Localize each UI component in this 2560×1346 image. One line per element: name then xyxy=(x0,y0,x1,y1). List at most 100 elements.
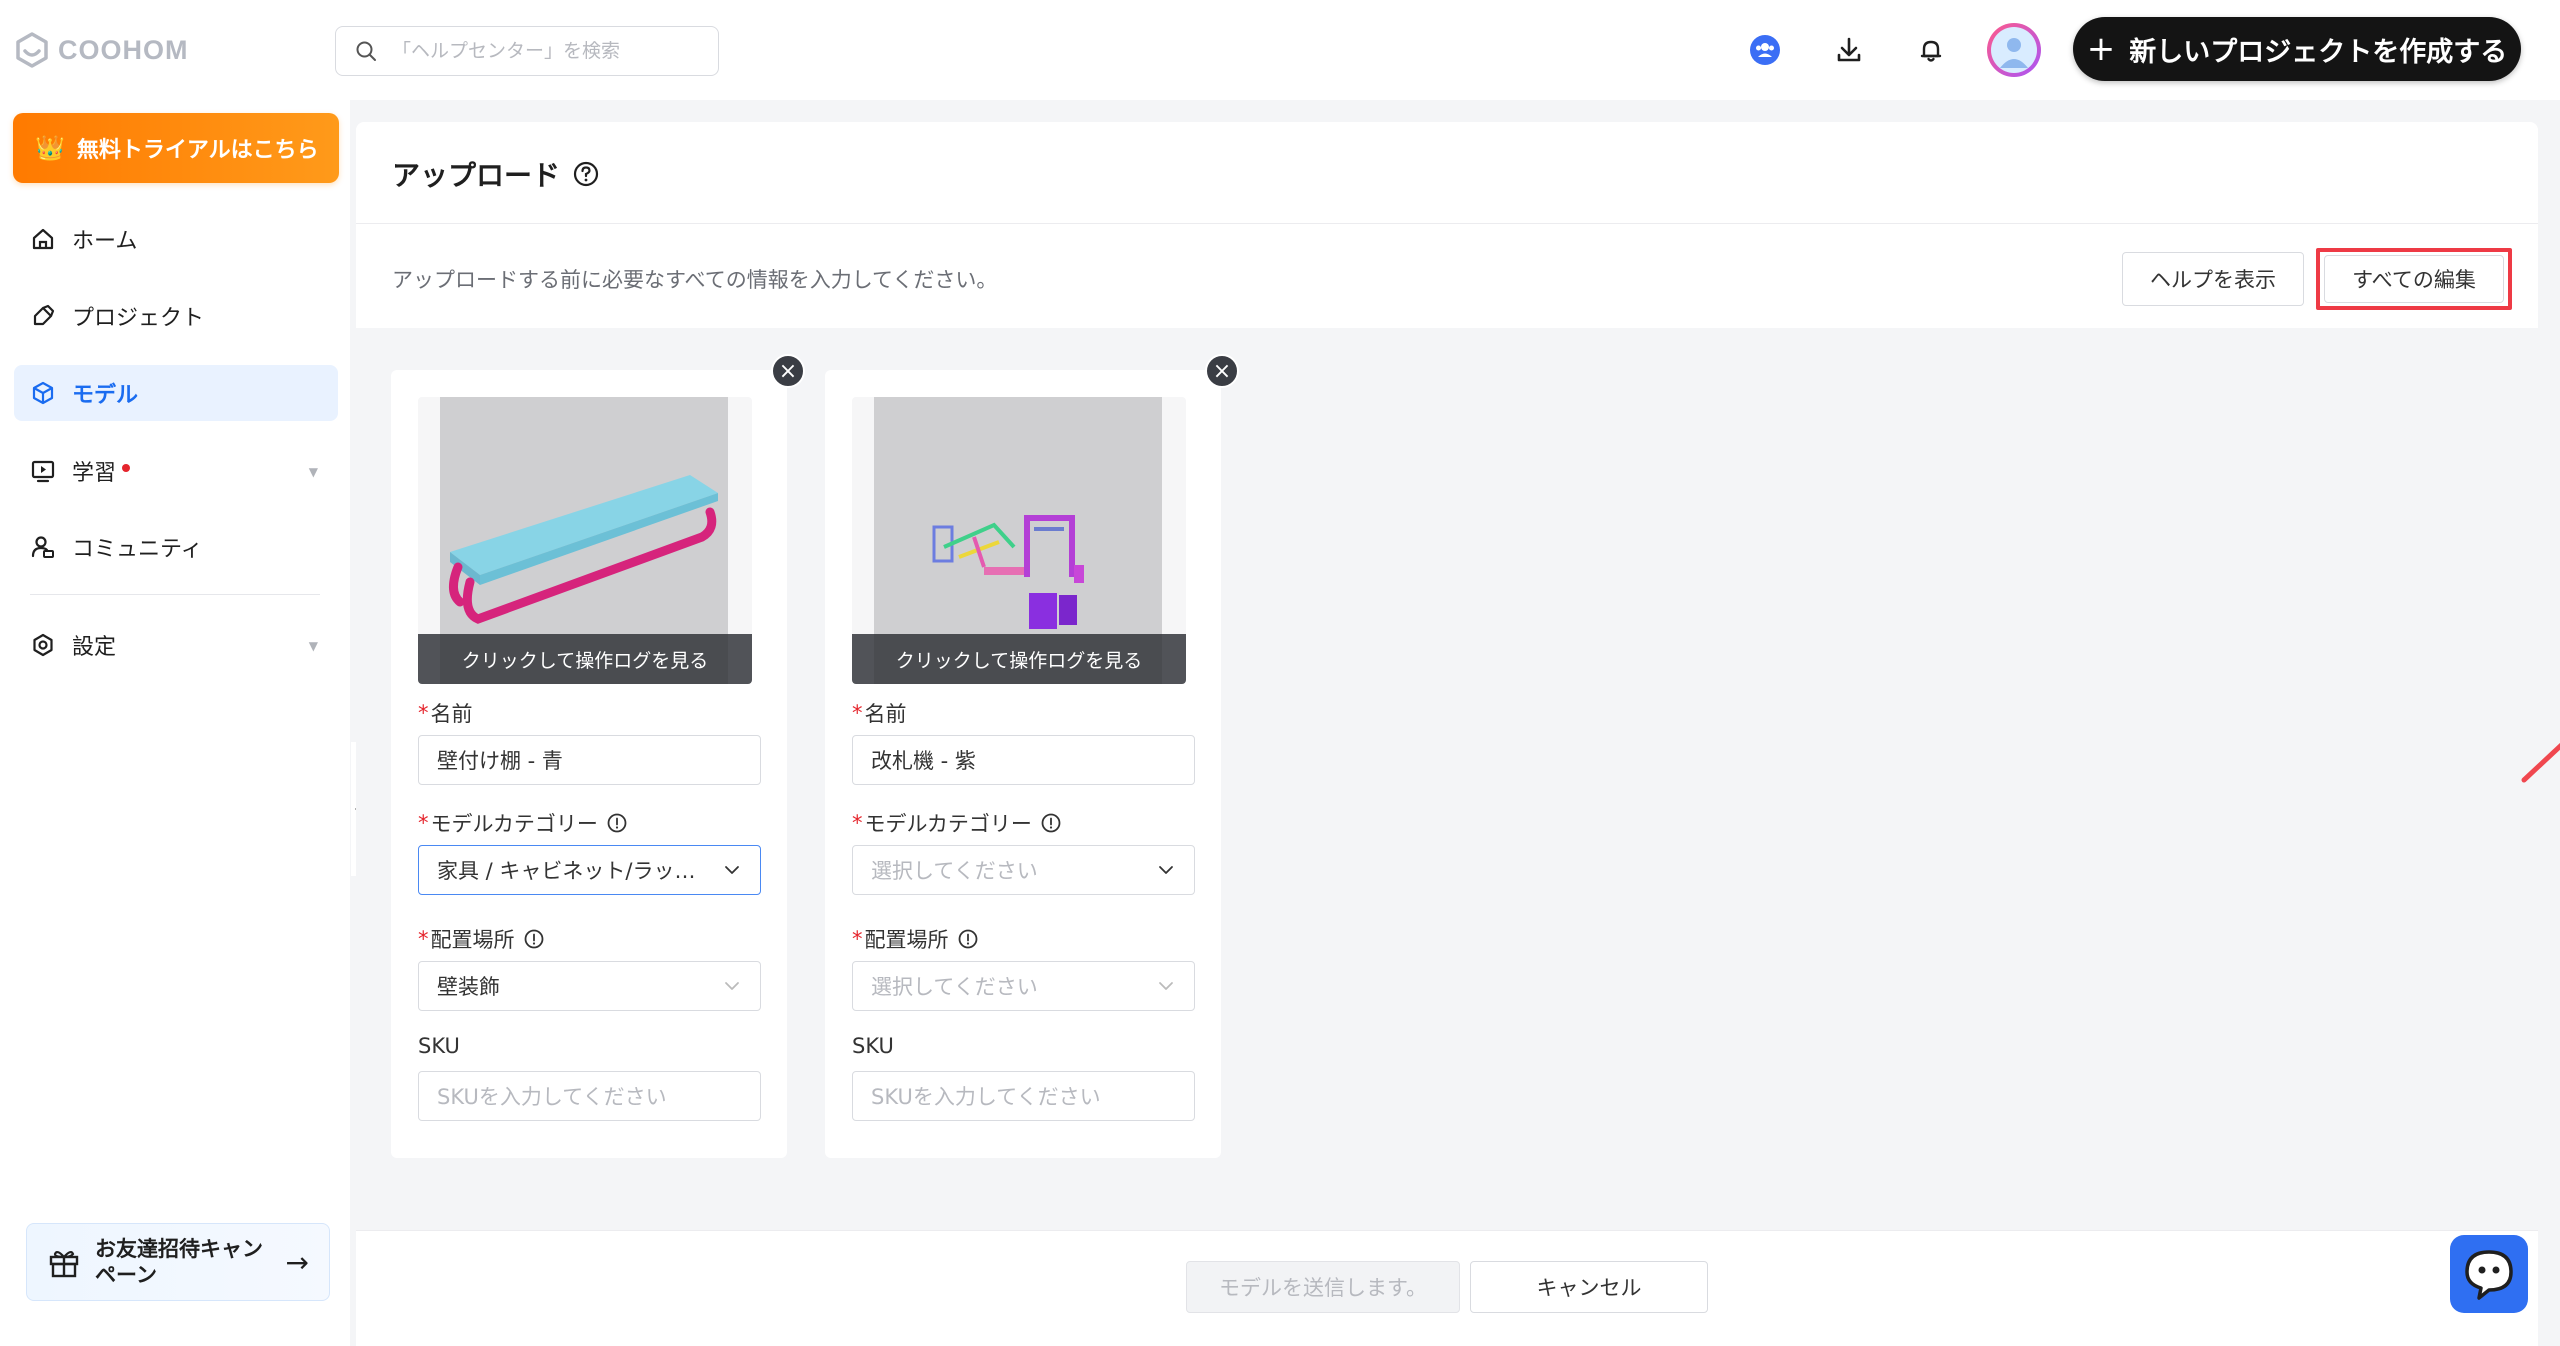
category-select[interactable]: 家具 / キャビネット/ラック/棚 xyxy=(418,845,761,895)
main-panel: アップロード アップロードする前に必要なすべての情報を入力してください。 ヘルプ… xyxy=(356,122,2560,1346)
sidebar-item-learning[interactable]: 学習 ▼ xyxy=(14,443,338,499)
info-icon[interactable] xyxy=(523,928,545,950)
sidebar-item-home[interactable]: ホーム xyxy=(14,211,338,267)
sku-label: SKU xyxy=(418,1034,460,1058)
close-icon: × xyxy=(778,358,798,384)
info-icon[interactable] xyxy=(957,928,979,950)
home-icon xyxy=(32,228,54,250)
chevron-down-icon xyxy=(725,866,739,874)
notification-dot xyxy=(122,464,131,472)
team-icon xyxy=(1750,35,1780,65)
cube-icon xyxy=(32,381,54,405)
name-value: 改札機 - 紫 xyxy=(871,749,976,773)
required-mark: * xyxy=(418,811,429,835)
name-input[interactable]: 改札機 - 紫 xyxy=(852,735,1195,785)
category-value: 家具 / キャビネット/ラック/棚 xyxy=(437,859,714,883)
sidebar-item-label: モデル xyxy=(72,383,139,408)
search-input[interactable] xyxy=(392,40,692,62)
sku-placeholder: SKUを入力してください xyxy=(871,1085,1101,1109)
placement-select[interactable]: 壁装飾 xyxy=(418,961,761,1011)
placement-placeholder: 選択してください xyxy=(871,975,1038,999)
sidebar-item-project[interactable]: プロジェクト xyxy=(14,288,338,344)
submit-model-button[interactable]: モデルを送信します。 xyxy=(1186,1261,1460,1313)
sidebar-item-label: 設定 xyxy=(72,635,117,660)
help-circle-icon[interactable] xyxy=(572,160,600,188)
project-icon xyxy=(33,304,55,326)
info-icon[interactable] xyxy=(1040,812,1062,834)
required-mark: * xyxy=(852,811,863,835)
footer-bar: モデルを送信します。 キャンセル xyxy=(356,1230,2538,1346)
edit-all-highlight: すべての編集 xyxy=(2316,248,2512,310)
search-box[interactable] xyxy=(335,26,719,76)
avatar[interactable] xyxy=(1987,23,2041,77)
edit-all-button[interactable]: すべての編集 xyxy=(2324,255,2504,303)
sidebar-item-label: プロジェクト xyxy=(72,306,205,331)
chevron-down-icon xyxy=(1159,982,1173,990)
chevron-down-icon: ▼ xyxy=(308,639,318,653)
logo[interactable]: COOHOM xyxy=(12,30,189,70)
crown-icon: 👑 xyxy=(35,134,65,162)
sidebar-item-label: ホーム xyxy=(72,229,138,254)
page-title: アップロード xyxy=(392,154,600,194)
view-log-caption[interactable]: クリックして操作ログを見る xyxy=(418,634,752,684)
annotation-arrow xyxy=(2521,742,2560,783)
create-project-button[interactable]: + 新しいプロジェクトを作成する xyxy=(2073,17,2521,81)
free-trial-label: 無料トライアルはこちら xyxy=(76,138,319,163)
placement-label-text: 配置場所 xyxy=(864,928,949,952)
placement-label: * 配置場所 xyxy=(418,924,545,954)
name-value: 壁付け棚 - 青 xyxy=(437,749,563,773)
sku-input[interactable]: SKUを入力してください xyxy=(418,1071,761,1121)
sku-label-text: SKU xyxy=(852,1034,894,1058)
user-icon xyxy=(2000,38,2028,68)
name-input[interactable]: 壁付け棚 - 青 xyxy=(418,735,761,785)
logo-text: COOHOM xyxy=(58,34,189,65)
sidebar-item-label: コミュニティ xyxy=(72,537,203,562)
show-help-button[interactable]: ヘルプを表示 xyxy=(2122,252,2304,306)
gear-icon xyxy=(33,633,53,657)
invite-campaign-card[interactable]: お友達招待キャンペーン → xyxy=(26,1223,330,1301)
cancel-button[interactable]: キャンセル xyxy=(1470,1261,1708,1313)
sidebar-item-settings[interactable]: 設定 ▼ xyxy=(14,617,338,673)
sku-placeholder: SKUを入力してください xyxy=(437,1085,667,1109)
view-log-caption[interactable]: クリックして操作ログを見る xyxy=(852,634,1186,684)
category-label: * モデルカテゴリー xyxy=(418,808,628,838)
sidebar-item-community[interactable]: コミュニティ xyxy=(14,519,338,575)
top-bar: COOHOM 「ヘルプセンター」を検索 + 新しいプロジェクトを作成する xyxy=(0,0,2560,100)
category-label-text: モデルカテゴリー xyxy=(430,812,598,836)
bell-icon xyxy=(1920,40,1942,62)
page-title-text: アップロード xyxy=(392,159,561,192)
upload-instructions: アップロードする前に必要なすべての情報を入力してください。 xyxy=(392,268,998,292)
sku-input[interactable]: SKUを入力してください xyxy=(852,1071,1195,1121)
model-thumbnail[interactable]: クリックして操作ログを見る xyxy=(418,397,752,684)
sidebar-item-model[interactable]: モデル xyxy=(14,365,338,421)
upload-toolbar: アップロードする前に必要なすべての情報を入力してください。 ヘルプを表示 すべて… xyxy=(356,224,2538,328)
notification-button[interactable] xyxy=(1904,23,1958,77)
required-mark: * xyxy=(852,701,863,725)
download-button[interactable] xyxy=(1822,23,1876,77)
category-select[interactable]: 選択してください xyxy=(852,845,1195,895)
create-project-label: 新しいプロジェクトを作成する xyxy=(2129,36,2508,68)
gift-icon xyxy=(49,1250,79,1278)
remove-model-button[interactable]: × xyxy=(771,354,805,388)
chevron-down-icon xyxy=(1159,866,1173,874)
model-thumbnail[interactable]: クリックして操作ログを見る xyxy=(852,397,1186,684)
name-label: * 名前 xyxy=(852,698,907,728)
support-chat-button[interactable] xyxy=(2450,1235,2528,1313)
sidebar-divider xyxy=(30,594,320,595)
category-placeholder: 選択してください xyxy=(871,859,1038,883)
community-icon xyxy=(31,536,54,558)
team-button[interactable] xyxy=(1738,23,1792,77)
placement-label: * 配置場所 xyxy=(852,924,979,954)
info-icon[interactable] xyxy=(606,812,628,834)
remove-model-button[interactable]: × xyxy=(1205,354,1239,388)
model-card: × クリックして操作ログを見る * 名前 改札機 - 紫 * モデルカテゴリー … xyxy=(825,354,1239,1158)
name-label-text: 名前 xyxy=(430,702,473,726)
upload-cards-area: × クリックして操作ログを見る * 名前 壁付け棚 - 青 * モデルカテゴリー… xyxy=(356,328,2560,1230)
placement-select[interactable]: 選択してください xyxy=(852,961,1195,1011)
sidebar-item-label: 学習 xyxy=(72,461,117,486)
required-mark: * xyxy=(418,701,429,725)
free-trial-button[interactable]: 👑 無料トライアルはこちら xyxy=(13,113,339,183)
chevron-down-icon xyxy=(725,982,739,990)
page-header: アップロード xyxy=(356,122,2538,224)
sku-label: SKU xyxy=(852,1034,894,1058)
